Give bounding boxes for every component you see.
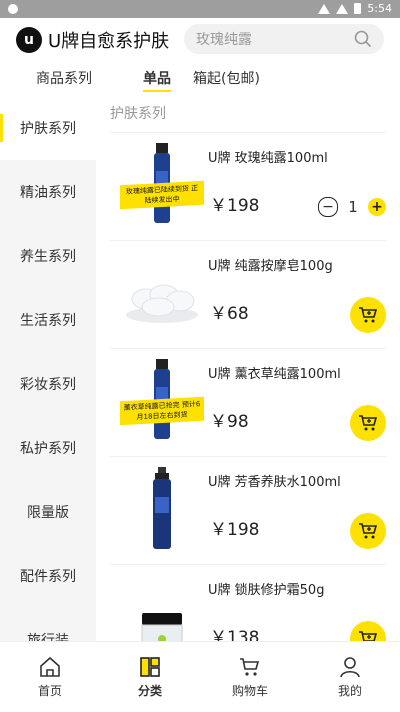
product-item[interactable]: U牌 纯露按摩皂100g ￥68 xyxy=(110,240,386,348)
product-name[interactable]: U牌 玫瑰纯露100ml xyxy=(208,147,328,166)
stock-notice-badge: 玫瑰纯露已陆续到货 正陆续发出中 xyxy=(120,180,204,210)
cart-icon xyxy=(359,631,378,641)
product-price: ￥198 xyxy=(210,196,260,216)
product-name[interactable]: U牌 纯露按摩皂100g xyxy=(208,255,333,274)
cart-icon xyxy=(359,307,378,323)
add-to-cart-button[interactable] xyxy=(350,621,386,641)
notification-icon xyxy=(8,4,18,14)
product-price: ￥68 xyxy=(210,304,249,324)
nav-home-label: 首页 xyxy=(37,684,62,698)
sidebar-item-skincare[interactable]: 护肤系列 xyxy=(0,96,96,160)
search-input[interactable]: 玫瑰纯露 xyxy=(196,29,354,49)
category-icon xyxy=(140,657,160,677)
sidebar-item-accessories[interactable]: 配件系列 xyxy=(0,544,96,608)
search-bar[interactable]: 玫瑰纯露 xyxy=(184,24,384,54)
sidebar-item-label: 旅行装 xyxy=(27,633,69,641)
bottom-navigation: 首页 分类 购物车 我的 xyxy=(0,641,400,712)
battery-icon xyxy=(354,3,362,14)
increase-quantity-button[interactable]: + xyxy=(368,198,386,216)
cart-icon xyxy=(240,658,260,676)
product-name[interactable]: U牌 芳香养肤水100ml xyxy=(208,471,341,490)
product-item[interactable]: U牌 锁肤修护霜50g ￥138 xyxy=(110,564,386,641)
cream-jar-icon xyxy=(141,613,183,641)
tab-active-indicator xyxy=(143,90,171,92)
product-list-panel: 护肤系列 玫瑰纯露已陆续到货 正陆续发出中 U牌 玫瑰纯露100ml ￥198 … xyxy=(96,96,400,641)
product-image[interactable] xyxy=(118,249,206,337)
sidebar-item-travel[interactable]: 旅行装 xyxy=(0,608,96,641)
product-price: ￥98 xyxy=(210,412,249,432)
status-bar: 5:54 xyxy=(0,0,400,18)
status-time: 5:54 xyxy=(367,2,392,15)
sidebar-item-label: 配件系列 xyxy=(20,569,76,585)
cart-icon xyxy=(359,415,378,431)
product-image[interactable]: 玫瑰纯露已陆续到货 正陆续发出中 xyxy=(118,141,206,229)
product-image[interactable] xyxy=(118,465,206,553)
signal-icon xyxy=(336,3,349,14)
product-item[interactable]: U牌 芳香养肤水100ml ￥198 xyxy=(110,456,386,564)
blue-bottle-icon xyxy=(153,467,171,549)
sidebar-item-label: 生活系列 xyxy=(20,313,76,329)
product-item[interactable]: 玫瑰纯露已陆续到货 正陆续发出中 U牌 玫瑰纯露100ml ￥198 − 1 + xyxy=(110,132,386,240)
sidebar-item-lifestyle[interactable]: 生活系列 xyxy=(0,288,96,352)
sidebar-item-label: 限量版 xyxy=(27,505,69,521)
tab-single-item[interactable]: 单品 xyxy=(143,68,171,88)
sidebar-item-intimate-care[interactable]: 私护系列 xyxy=(0,416,96,480)
product-name[interactable]: U牌 薰衣草纯露100ml xyxy=(208,363,341,382)
nav-profile-label: 我的 xyxy=(337,684,362,698)
search-icon[interactable] xyxy=(354,30,372,48)
quantity-stepper: − 1 + xyxy=(318,197,386,217)
product-image[interactable]: 薰衣草纯露已抢完 预计6月18日左右到货 xyxy=(118,357,206,445)
soap-icon xyxy=(126,284,198,323)
section-title: 护肤系列 xyxy=(110,106,166,122)
sidebar-item-essential-oil[interactable]: 精油系列 xyxy=(0,160,96,224)
sidebar-item-label: 养生系列 xyxy=(20,249,76,265)
sidebar-item-label: 护肤系列 xyxy=(20,121,76,137)
home-icon xyxy=(40,656,60,677)
stock-notice-badge: 薰衣草纯露已抢完 预计6月18日左右到货 xyxy=(120,396,204,426)
add-to-cart-button[interactable] xyxy=(350,405,386,441)
wifi-icon xyxy=(318,3,331,14)
tab-box-free-shipping[interactable]: 箱起(包邮) xyxy=(193,68,260,88)
sidebar-item-label: 精油系列 xyxy=(20,185,76,201)
category-tabs: 商品系列 单品 箱起(包邮) xyxy=(0,62,400,94)
product-item[interactable]: 薰衣草纯露已抢完 预计6月18日左右到货 U牌 薰衣草纯露100ml ￥98 xyxy=(110,348,386,456)
nav-profile[interactable]: 我的 xyxy=(300,642,400,712)
product-price: ￥198 xyxy=(210,520,260,540)
decrease-quantity-button[interactable]: − xyxy=(318,197,338,217)
sidebar-item-limited[interactable]: 限量版 xyxy=(0,480,96,544)
quantity-value: 1 xyxy=(348,198,358,216)
add-to-cart-button[interactable] xyxy=(350,513,386,549)
app-header: u U牌自愈系护肤 玫瑰纯露 xyxy=(0,18,400,62)
sidebar-item-wellness[interactable]: 养生系列 xyxy=(0,224,96,288)
sidebar-item-makeup[interactable]: 彩妆系列 xyxy=(0,352,96,416)
brand-logo-icon: u xyxy=(16,27,42,53)
category-sidebar: 护肤系列 精油系列 养生系列 生活系列 彩妆系列 私护系列 限量版 配件系列 旅… xyxy=(0,96,96,641)
product-price: ￥138 xyxy=(210,628,260,641)
nav-category[interactable]: 分类 xyxy=(100,642,200,712)
nav-category-label: 分类 xyxy=(137,684,162,698)
sidebar-item-label: 彩妆系列 xyxy=(20,377,76,393)
nav-cart-label: 购物车 xyxy=(231,684,268,698)
add-to-cart-button[interactable] xyxy=(350,297,386,333)
nav-cart[interactable]: 购物车 xyxy=(200,642,300,712)
nav-home[interactable]: 首页 xyxy=(0,642,100,712)
sidebar-item-label: 私护系列 xyxy=(20,441,76,457)
cart-icon xyxy=(359,523,378,539)
user-icon xyxy=(340,657,360,678)
brand-title: U牌自愈系护肤 xyxy=(48,31,170,52)
tab-product-series[interactable]: 商品系列 xyxy=(36,68,92,88)
product-name[interactable]: U牌 锁肤修护霜50g xyxy=(208,579,324,598)
product-image[interactable] xyxy=(118,573,206,641)
